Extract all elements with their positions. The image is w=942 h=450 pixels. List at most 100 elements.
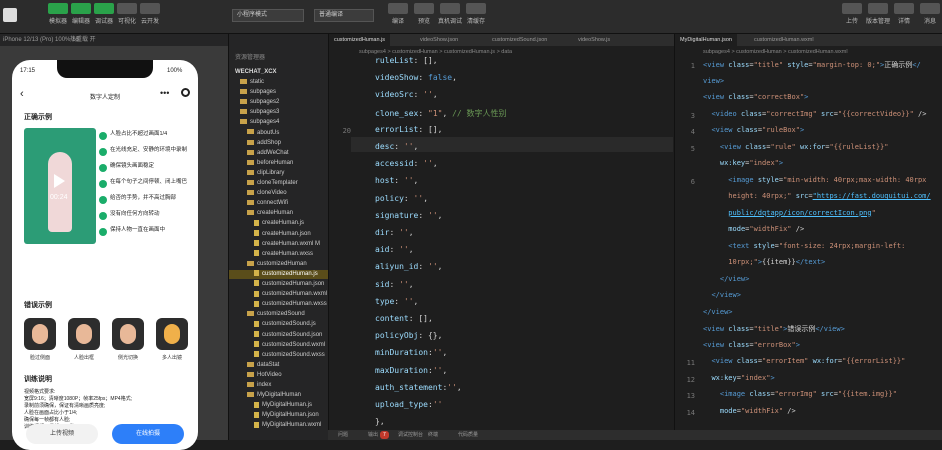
- code-line[interactable]: upload_type:'': [375, 400, 442, 409]
- device-select[interactable]: iPhone 12/13 (Pro) 100% 16: [3, 34, 79, 46]
- file-item[interactable]: customizedHuman.json: [229, 280, 329, 289]
- folder-item[interactable]: dataStat: [229, 361, 329, 370]
- file-item[interactable]: MyDigitalHuman.json: [229, 411, 329, 420]
- code-line[interactable]: </view>: [703, 275, 750, 283]
- editor-tab[interactable]: customizedHuman.wxml: [749, 34, 819, 46]
- file-item[interactable]: MyDigitalHuman.js: [229, 401, 329, 410]
- compile-select[interactable]: 普通编译: [314, 9, 374, 22]
- panel-tab[interactable]: 调试控制台: [398, 430, 423, 440]
- folder-item[interactable]: addShop: [229, 139, 329, 148]
- folder-item[interactable]: static: [229, 78, 329, 87]
- code-line[interactable]: view>: [703, 77, 724, 85]
- upload-video-button[interactable]: 上传视频: [26, 424, 98, 444]
- file-item[interactable]: createHuman.js: [229, 219, 329, 228]
- toolbar-right-button-0[interactable]: 上传: [838, 3, 866, 25]
- code-line[interactable]: 10rpx;">{{item}}</text>: [703, 258, 825, 266]
- code-line[interactable]: host: '',: [375, 176, 418, 185]
- editor-tab[interactable]: videoShow.json: [415, 34, 463, 46]
- code-line[interactable]: sid: '',: [375, 280, 414, 289]
- folder-item[interactable]: aboutUs: [229, 129, 329, 138]
- mode-select[interactable]: 小程序模式: [232, 9, 304, 22]
- file-item[interactable]: customizedSound.js: [229, 320, 329, 329]
- file-item[interactable]: createHuman.wxml M: [229, 240, 329, 249]
- editor-tab[interactable]: customizedHuman.js: [329, 34, 391, 46]
- code-line[interactable]: mode="widthFix" />: [703, 407, 796, 415]
- code-line[interactable]: public/dqtapp/icon/correctIcon.png": [703, 209, 876, 217]
- code-line[interactable]: <view class="errorItem" wx:for="{{errorL…: [703, 357, 905, 365]
- code-line[interactable]: desc: '',: [375, 142, 418, 151]
- folder-item[interactable]: customizedHuman: [229, 260, 329, 269]
- folder-item[interactable]: addWeChat: [229, 149, 329, 158]
- code-line[interactable]: <video class="correctImg" src="{{correct…: [703, 110, 926, 118]
- capsule-close-icon[interactable]: [181, 88, 190, 97]
- code-line[interactable]: aliyun_id: '',: [375, 262, 442, 271]
- code-line[interactable]: errorList: [],: [375, 125, 442, 134]
- file-item[interactable]: createHuman.json: [229, 229, 329, 239]
- code-line[interactable]: <view class="ruleBox">: [703, 126, 804, 134]
- code-line[interactable]: <view class="errorBox">: [703, 341, 800, 349]
- folder-item[interactable]: index: [229, 381, 329, 390]
- toolbar-mid-button-2[interactable]: 真机调试: [436, 3, 464, 25]
- code-line[interactable]: videoSrc: '',: [375, 90, 438, 99]
- more-icon[interactable]: •••: [160, 88, 169, 98]
- code-line[interactable]: <view class="rule" wx:for="{{ruleList}}": [703, 143, 889, 151]
- code-line[interactable]: mode="widthFix" />: [703, 225, 804, 233]
- file-item[interactable]: customizedSound.wxss: [229, 351, 329, 360]
- code-line[interactable]: height: 40rpx;" src="https://fast.douqui…: [703, 192, 930, 200]
- folder-item[interactable]: cloneVideo: [229, 189, 329, 198]
- code-line[interactable]: accessid: '',: [375, 159, 438, 168]
- file-item[interactable]: customizedHuman.wxml: [229, 290, 329, 299]
- project-root[interactable]: WECHAT_XCX: [235, 68, 277, 77]
- editor-tab[interactable]: videoShow.js: [573, 34, 615, 46]
- file-item[interactable]: MyDigitalHuman.wxml: [229, 421, 329, 430]
- panel-tab[interactable]: 代码质量: [458, 430, 478, 440]
- folder-item[interactable]: subpages3: [229, 108, 329, 117]
- correct-video[interactable]: 00:24: [24, 128, 96, 244]
- code-line[interactable]: ruleList: [],: [375, 56, 438, 65]
- hot-reload-toggle[interactable]: 热重载 开: [70, 34, 96, 46]
- panel-tab[interactable]: 输出: [368, 430, 378, 440]
- code-line[interactable]: aid: '',: [375, 245, 414, 254]
- toolbar-mid-button-3[interactable]: 清缓存: [462, 3, 490, 25]
- online-shoot-button[interactable]: 在线拍摄: [112, 424, 184, 444]
- code-line[interactable]: },: [375, 417, 385, 426]
- toolbar-right-button-2[interactable]: 详情: [890, 3, 918, 25]
- toolbar-right-button-3[interactable]: 消息: [916, 3, 942, 25]
- code-line[interactable]: maxDuration:'',: [375, 366, 447, 375]
- file-item[interactable]: customizedHuman.wxss: [229, 300, 329, 309]
- code-line[interactable]: minDuration:'',: [375, 348, 447, 357]
- play-icon[interactable]: [54, 174, 65, 188]
- code-line[interactable]: </view>: [703, 308, 733, 316]
- folder-item[interactable]: connectWifi: [229, 199, 329, 208]
- code-line[interactable]: auth_statement:'',: [375, 383, 462, 392]
- folder-item[interactable]: cloneTemplater: [229, 179, 329, 188]
- code-line[interactable]: <view class="title" style="margin-top: 0…: [703, 60, 921, 70]
- panel-tab[interactable]: 问题: [338, 430, 348, 440]
- folder-item[interactable]: beforeHuman: [229, 159, 329, 168]
- folder-item[interactable]: subpages4: [229, 118, 329, 127]
- code-line[interactable]: wx:key="index">: [703, 159, 783, 167]
- code-line[interactable]: dir: '',: [375, 228, 414, 237]
- folder-item[interactable]: clipLibrary: [229, 169, 329, 178]
- folder-item[interactable]: HotVideo: [229, 371, 329, 380]
- code-line[interactable]: <image style="min-width: 40rpx;max-width…: [703, 176, 926, 184]
- code-line[interactable]: policyObj: {},: [375, 331, 442, 340]
- toolbar-right-button-1[interactable]: 版本管理: [864, 3, 892, 25]
- code-line[interactable]: <image class="errorImg" src="{{item.img}…: [703, 390, 897, 398]
- toolbar-mid-button-1[interactable]: 预览: [410, 3, 438, 25]
- folder-item[interactable]: MyDigitalHuman: [229, 391, 329, 400]
- toolbar-button-4[interactable]: 云开发: [136, 3, 164, 25]
- toolbar-mid-button-0[interactable]: 编译: [384, 3, 412, 25]
- file-item[interactable]: createHuman.wxss: [229, 250, 329, 259]
- code-line[interactable]: content: [],: [375, 314, 433, 323]
- file-item[interactable]: customizedHuman.js: [229, 269, 329, 279]
- editor-tab[interactable]: MyDigitalHuman.json: [675, 34, 737, 46]
- code-line[interactable]: <view class="title">错误示例</view>: [703, 324, 845, 334]
- folder-item[interactable]: createHuman: [229, 209, 329, 218]
- code-line[interactable]: </view>: [703, 291, 741, 299]
- folder-item[interactable]: subpages2: [229, 98, 329, 107]
- code-line[interactable]: videoShow: false,: [375, 73, 457, 82]
- code-line[interactable]: signature: '',: [375, 211, 442, 220]
- back-icon[interactable]: ‹: [20, 88, 24, 100]
- code-line[interactable]: wx:key="index">: [703, 374, 774, 382]
